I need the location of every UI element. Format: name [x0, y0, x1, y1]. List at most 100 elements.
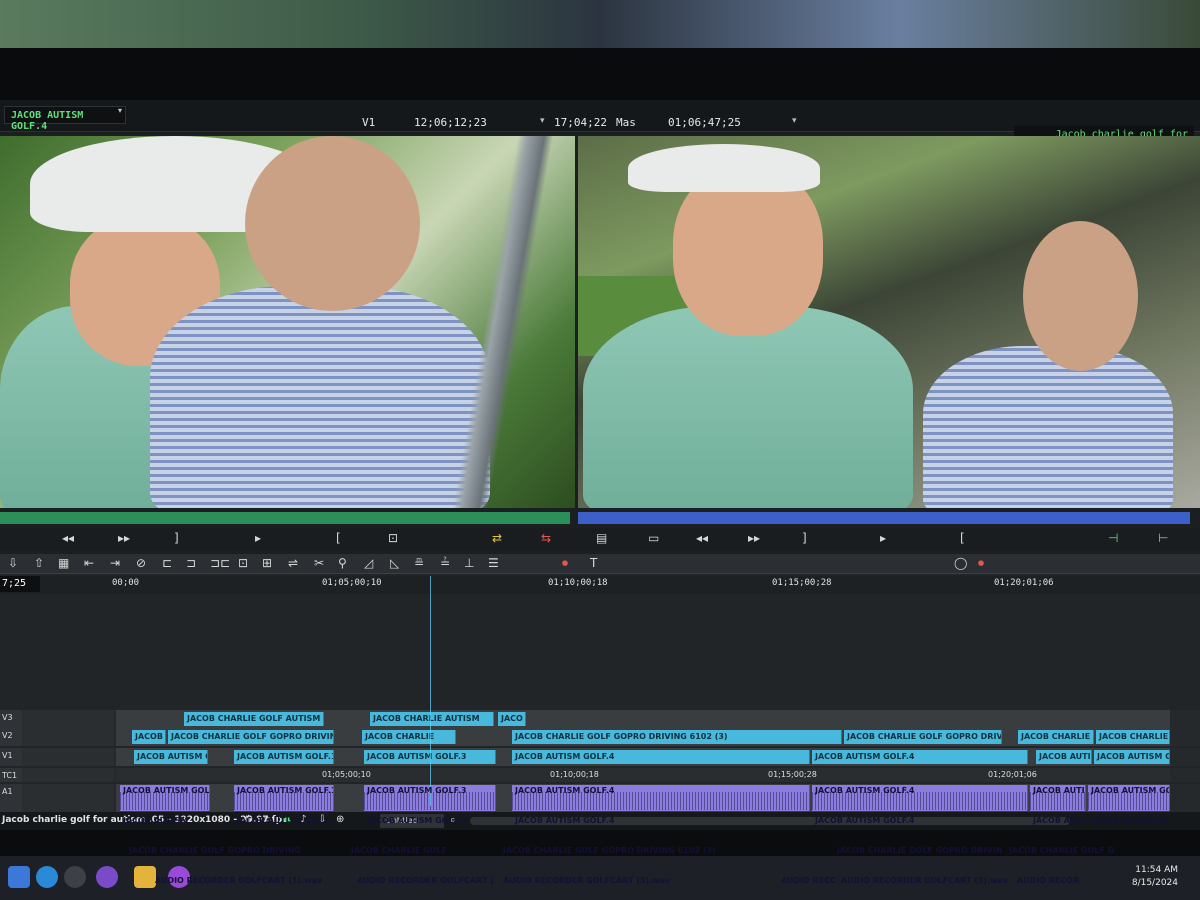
chevron-down-icon[interactable]: ▾ — [540, 116, 545, 126]
track-controls[interactable] — [22, 784, 114, 812]
source-position-bar[interactable] — [0, 512, 570, 524]
track-content[interactable]: JACOB JACOB CHARLIE GOLF GOPRO DRIVING J… — [116, 728, 1170, 746]
video-clip[interactable]: JACOB AUTISM GOLF.4 — [512, 750, 810, 764]
mark-clip-icon[interactable]: ⊡ — [238, 556, 248, 570]
mark-in-button[interactable]: [ — [336, 531, 341, 545]
clear-marks-icon[interactable]: ⊐⊏ — [210, 556, 230, 570]
media-composer-icon[interactable] — [96, 866, 118, 888]
track-label[interactable]: V1 — [0, 748, 22, 766]
zoom-icon[interactable]: ⊕ — [336, 814, 344, 825]
audio-clip[interactable]: JACOB AUTISM GOLF.4 — [812, 785, 1028, 811]
lift-icon[interactable]: ⇤ — [84, 556, 94, 570]
circle-icon[interactable]: ◯ — [954, 556, 967, 570]
video-clip[interactable]: JACOB CHARLIE GOLF GOPRO DRIVING 6102 (3… — [512, 730, 842, 744]
file-explorer-icon[interactable] — [134, 866, 156, 888]
step-back-button[interactable]: ◂◂ — [62, 531, 74, 545]
align-icon[interactable]: ≟ — [440, 556, 450, 570]
timeline-ruler[interactable]: 7;25 00;00 01;05;00;10 01;10;00;18 01;15… — [0, 576, 1200, 594]
video-clip[interactable]: JACOB CHARLIE GOLF — [1096, 730, 1170, 744]
track-label[interactable]: V2 — [0, 728, 22, 746]
add-edit-icon[interactable]: ⊥ — [464, 556, 474, 570]
track-content[interactable]: JACOB AUTISM GOLF JACOB AUTISM GOLF.1 JA… — [116, 784, 1170, 812]
audio-clip[interactable]: JACOB AUTISM GOLF — [120, 785, 210, 811]
mark-out-button[interactable]: ] — [174, 531, 179, 545]
splice-in-button[interactable]: ⇄ — [492, 531, 502, 545]
edge-browser-icon[interactable] — [36, 866, 58, 888]
track-label[interactable]: V3 — [0, 710, 22, 728]
effect-icon[interactable]: ⚲ — [338, 556, 347, 570]
record-position-bar[interactable] — [578, 512, 1190, 524]
chevron-down-icon[interactable]: ▾ — [792, 116, 797, 126]
video-clip[interactable]: JACOB CHARLIE GOLF AUTISM 2 S — [184, 712, 324, 726]
play-button[interactable]: ▸ — [880, 531, 886, 545]
video-clip[interactable]: JACOB AUTISM GOLF.4 — [812, 750, 1028, 764]
title-tool-icon[interactable]: T — [590, 556, 597, 570]
ruler-tick-label: 01;20;01;06 — [988, 770, 1037, 779]
track-content[interactable]: JACOB AUTISM G JACOB AUTISM GOLF.1 JACOB… — [116, 748, 1170, 766]
menu-icon[interactable]: ☰ — [488, 556, 499, 570]
track-controls[interactable] — [22, 728, 114, 746]
fade-in-icon[interactable]: ◿ — [364, 556, 373, 570]
system-clock[interactable]: 11:54 AM 8/15/2024 — [1132, 864, 1178, 890]
track-controls[interactable] — [22, 710, 114, 728]
trim-mode-icon[interactable]: ⇌ — [288, 556, 298, 570]
source-monitor[interactable] — [0, 136, 575, 508]
video-clip[interactable]: JACOB CHARLIE — [362, 730, 456, 744]
step-back-button[interactable]: ◂◂ — [696, 531, 708, 545]
up-arrow-icon[interactable]: ⇧ — [34, 556, 44, 570]
video-clip[interactable]: JACOB AUTIS — [1036, 750, 1092, 764]
video-clip[interactable]: JACOB CHARLIE GOLF GOPRO DRIVING — [844, 730, 1002, 744]
duration-timecode: 17;04;22 — [554, 116, 607, 129]
video-clip[interactable]: JACOB CHARLIE GO — [1018, 730, 1094, 744]
disable-icon[interactable]: ⊘ — [136, 556, 146, 570]
source-timecode: 12;06;12;23 — [414, 116, 487, 129]
record-icon[interactable]: ⏺ — [562, 556, 568, 571]
match-frame-button[interactable]: ▤ — [596, 531, 607, 545]
play-button[interactable]: ▸ — [255, 531, 261, 545]
trim-right-button[interactable]: ⊢ — [1158, 531, 1168, 545]
step-forward-button[interactable]: ▸▸ — [118, 531, 130, 545]
video-clip[interactable]: JACOB CHARLIE AUTISM — [370, 712, 494, 726]
extract-icon[interactable]: ⇥ — [110, 556, 120, 570]
sequence-name-menu[interactable]: JACOB AUTISM GOLF.4 — [4, 106, 126, 132]
overwrite-button[interactable]: ⇆ — [541, 531, 551, 545]
step-forward-button[interactable]: ▸▸ — [748, 531, 760, 545]
clip-name: AUDIO RECORD — [1017, 876, 1080, 885]
mark-out-button[interactable]: ] — [802, 531, 807, 545]
trim-left-button[interactable]: ⊣ — [1108, 531, 1118, 545]
app-icon[interactable] — [64, 866, 86, 888]
mark-in-button[interactable]: [ — [960, 531, 965, 545]
mark-clip-button[interactable]: ⊡ — [388, 531, 398, 545]
audio-clip[interactable]: JACOB AUTISM GOLF — [1088, 785, 1170, 811]
track-v2: V2 JACOB JACOB CHARLIE GOLF GOPRO DRIVIN… — [0, 728, 1200, 746]
video-clip[interactable]: JACOB — [132, 730, 166, 744]
video-clip[interactable]: JACOB AUTISM G — [134, 750, 208, 764]
cut-icon[interactable]: ✂ — [314, 556, 324, 570]
grid-icon[interactable]: ⊞ — [262, 556, 272, 570]
video-clip[interactable]: JACO — [498, 712, 526, 726]
mark-in-icon[interactable]: ⊏ — [162, 556, 172, 570]
fade-out-icon[interactable]: ◺ — [390, 556, 399, 570]
record-icon[interactable]: ⏺ — [978, 556, 984, 571]
safe-area-button[interactable]: ▭ — [648, 531, 659, 545]
track-controls[interactable] — [22, 748, 114, 766]
audio-clip[interactable]: JACOB AUTISM GOLF.1 — [234, 785, 334, 811]
segment-mode-icon[interactable]: ▦ — [58, 556, 69, 570]
video-clip[interactable]: JACOB CHARLIE GOLF GOPRO DRIVING — [168, 730, 334, 744]
track-label[interactable]: TC1 — [0, 768, 22, 782]
align-icon[interactable]: ≞ — [414, 556, 424, 570]
audio-clip[interactable]: JACOB AUTISM GOLF.4 — [512, 785, 810, 811]
chevron-down-icon[interactable]: ▾ — [118, 106, 122, 115]
playhead[interactable] — [430, 576, 431, 806]
clip-name: AUDIO RECORDER GOLFCART (3).wav — [841, 876, 1009, 885]
record-monitor[interactable] — [578, 136, 1200, 508]
track-content[interactable]: JACOB CHARLIE GOLF AUTISM 2 S JACOB CHAR… — [116, 710, 1170, 728]
track-label[interactable]: A1 — [0, 784, 22, 812]
track-controls[interactable] — [22, 768, 114, 782]
mark-out-icon[interactable]: ⊐ — [186, 556, 196, 570]
windows-start-icon[interactable] — [8, 866, 30, 888]
video-clip[interactable]: JACOB AUTISM GO — [1094, 750, 1170, 764]
video-clip[interactable]: JACOB AUTISM GOLF.1 — [234, 750, 334, 764]
down-arrow-icon[interactable]: ⇩ — [8, 556, 18, 570]
audio-clip[interactable]: JACOB AUTISM GOLF.4 — [1030, 785, 1086, 811]
